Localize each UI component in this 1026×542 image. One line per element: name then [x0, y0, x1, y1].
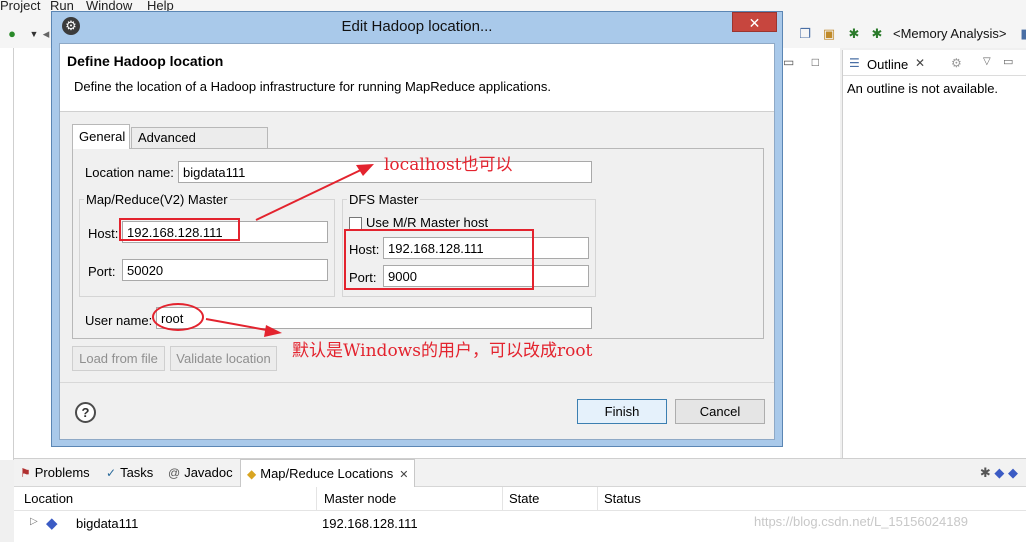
tab-label: Tasks — [120, 465, 154, 480]
help-icon[interactable]: ? — [75, 402, 96, 423]
tab-problems[interactable]: ⚑ Problems — [20, 465, 90, 480]
link-icon[interactable]: ⚙ — [951, 56, 962, 70]
dfs-master-title: DFS Master — [347, 192, 421, 207]
table-header: Location Master node State Status — [14, 487, 1026, 511]
dialog-header: Define Hadoop location Define the locati… — [60, 44, 774, 112]
tasks-icon: ✓ — [106, 466, 117, 480]
tab-javadoc[interactable]: @ Javadoc — [168, 465, 233, 480]
tab-outline[interactable]: ☰ Outline ✕ ⚙ ▽ ▭ — [843, 50, 1026, 76]
mr-port-field[interactable]: 50020 — [122, 259, 328, 281]
minimize-icon[interactable]: ▭ — [1003, 55, 1013, 68]
cancel-button[interactable]: Cancel — [675, 399, 765, 424]
watermark: https://blog.csdn.net/L_15156024189 — [754, 514, 968, 529]
tab-label: Map/Reduce Locations — [260, 466, 394, 481]
tab-label: Problems — [34, 465, 90, 480]
editor-controls: ▭ □ — [783, 55, 819, 69]
menu-project[interactable]: Project — [0, 0, 40, 13]
tab-map-reduce-locations[interactable]: ◆ Map/Reduce Locations ✕ — [240, 459, 416, 487]
problems-icon: ⚑ — [20, 466, 31, 480]
tab-general[interactable]: General — [72, 124, 130, 149]
dialog-titlebar[interactable]: ⚙ Edit Hadoop location... ✕ — [52, 12, 782, 42]
tab-label: Javadoc — [184, 465, 233, 480]
elephant-icon: ◆ — [46, 515, 58, 532]
user-name-label: User name: — [85, 313, 153, 328]
mr-host-label: Host: — [88, 226, 119, 241]
maximize-icon[interactable]: □ — [812, 55, 819, 69]
user-name-highlight — [152, 303, 204, 331]
close-icon[interactable]: ✕ — [399, 469, 408, 481]
row-location: bigdata111 — [76, 516, 139, 531]
column-location[interactable]: Location — [24, 491, 73, 506]
close-button[interactable]: ✕ — [732, 12, 777, 32]
dfs-highlight — [344, 229, 534, 290]
header-title: Define Hadoop location — [67, 53, 224, 69]
javadoc-icon: @ — [168, 466, 181, 480]
expand-icon[interactable]: ▷ — [30, 516, 38, 527]
localhost-annotation: localhost也可以 — [384, 155, 513, 175]
mr-port-label: Port: — [88, 264, 116, 279]
location-name-label: Location name: — [85, 165, 174, 180]
tab-advanced-parameters[interactable]: Advanced parameters — [131, 127, 268, 160]
perspective-icon[interactable]: ▮ — [1016, 26, 1026, 42]
outline-tab-label: Outline — [867, 57, 909, 72]
column-master-node[interactable]: Master node — [324, 491, 396, 506]
memory-analysis-label[interactable]: <Memory Analysis> — [893, 26, 1006, 41]
bottom-panel: ⚑ Problems ✓ Tasks @ Javadoc ◆ Map/Reduce Lo… — [14, 458, 1026, 542]
user-name-field[interactable]: root — [156, 307, 592, 329]
mr-master-title: Map/Reduce(V2) Master — [84, 192, 230, 207]
finish-button[interactable]: Finish — [577, 399, 667, 424]
user-name-annotation: 默认是Windows的用户，可以改成root — [292, 341, 593, 361]
dialog-title: Edit Hadoop location... — [341, 18, 493, 35]
edit-location-icon[interactable]: ◆ — [994, 465, 1004, 480]
bottom-tabs: ⚑ Problems ✓ Tasks @ Javadoc ◆ Map/Reduce Lo… — [14, 459, 1026, 487]
left-panel-strip — [0, 48, 14, 460]
tab-tasks[interactable]: ✓ Tasks — [106, 465, 153, 480]
minimize-icon[interactable]: ▭ — [783, 55, 794, 69]
run-icon[interactable]: ● — [4, 26, 20, 42]
outline-icon: ☰ — [849, 56, 860, 70]
column-divider — [597, 487, 598, 511]
new-location-icon[interactable]: ✱ — [980, 465, 991, 480]
delete-location-icon[interactable]: ◆ — [1008, 465, 1018, 480]
view-menu-icon[interactable]: ▽ — [983, 56, 991, 67]
column-divider — [502, 487, 503, 511]
column-divider — [316, 487, 317, 511]
header-description: Define the location of a Hadoop infrastr… — [74, 79, 551, 94]
row-master-node: 192.168.128.111 — [322, 516, 418, 531]
separator — [60, 382, 774, 383]
bottom-toolbar-icons: ✱ ◆ ◆ — [980, 465, 1018, 481]
column-status[interactable]: Status — [604, 491, 641, 506]
load-from-file-button[interactable]: Load from file — [72, 346, 165, 371]
column-state[interactable]: State — [509, 491, 539, 506]
debug-icon[interactable]: ✱ — [869, 26, 885, 42]
validate-location-button[interactable]: Validate location — [170, 346, 277, 371]
close-icon[interactable]: ✕ — [915, 56, 925, 70]
copy-icon[interactable]: ❐ — [797, 26, 813, 42]
use-mr-master-label: Use M/R Master host — [366, 215, 489, 230]
elephant-icon: ◆ — [247, 467, 257, 481]
mr-master-group: Map/Reduce(V2) Master Host: 192.168.128.… — [79, 192, 335, 297]
outline-panel: ☰ Outline ✕ ⚙ ▽ ▭ An outline is not avai… — [842, 50, 1026, 458]
outline-message: An outline is not available. — [847, 81, 999, 96]
mr-host-highlight — [119, 218, 240, 241]
hierarchy-icon[interactable]: ▣ — [821, 26, 837, 42]
bug-icon[interactable]: ✱ — [846, 26, 862, 42]
